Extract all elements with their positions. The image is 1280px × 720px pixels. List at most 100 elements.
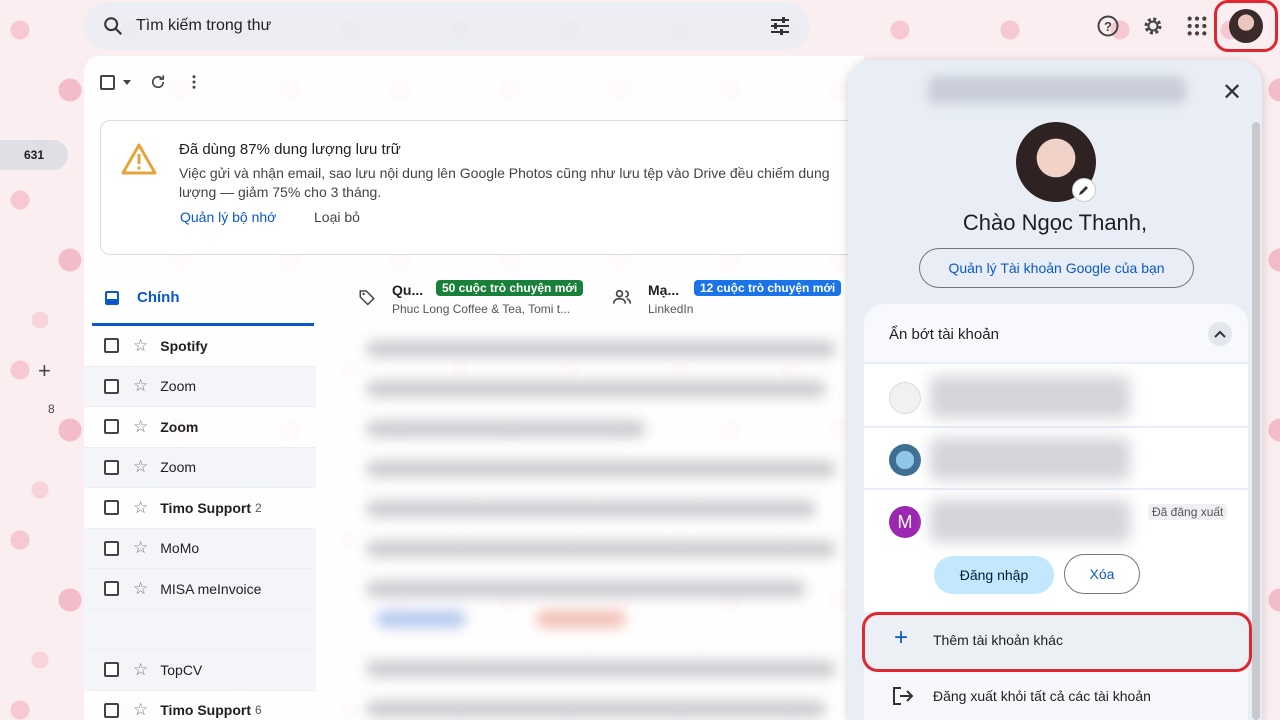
tab-promotions[interactable]: Qu... 50 cuộc trò chuyện mới Phuc Long C… (356, 272, 596, 326)
new-count-badge: 50 cuộc trò chuyện mới (436, 280, 584, 296)
email-checkbox[interactable] (104, 581, 119, 597)
email-row[interactable]: ☆ Zoom (84, 407, 316, 448)
svg-text:?: ? (1104, 19, 1112, 34)
tab-social[interactable]: Mạ... 12 cuộc trò chuyện mới LinkedIn (610, 272, 850, 326)
settings-gear-icon[interactable] (1139, 12, 1167, 40)
rail-count: 8 (48, 402, 55, 416)
star-icon[interactable]: ☆ (133, 376, 148, 396)
signed-out-badge: Đã đăng xuất (1148, 504, 1228, 520)
manage-account-button[interactable]: Quản lý Tài khoản Google của bạn (919, 248, 1194, 288)
account-item[interactable] (864, 366, 1248, 428)
account-avatar-button[interactable] (1214, 0, 1278, 52)
email-row[interactable]: ☆ Spotify (84, 326, 316, 367)
account-info-blurred (930, 376, 1130, 418)
star-icon[interactable]: ☆ (133, 700, 148, 720)
search-options-icon[interactable] (768, 14, 792, 38)
email-checkbox[interactable] (104, 662, 119, 678)
inbox-toolbar (100, 68, 203, 96)
email-checkbox[interactable] (104, 419, 119, 435)
avatar (889, 444, 921, 476)
blurred-email-previews (316, 326, 864, 720)
tab-name: Mạ... (648, 282, 680, 298)
chevron-up-icon[interactable] (1208, 322, 1232, 346)
manage-storage-link[interactable]: Quản lý bộ nhớ (180, 209, 276, 225)
email-checkbox[interactable] (104, 459, 119, 475)
storage-title: Đã dùng 87% dung lượng lưu trữ (179, 141, 401, 158)
inbox-unread-count[interactable]: 631 (0, 140, 68, 170)
account-item[interactable] (864, 428, 1248, 490)
add-account-highlight (862, 612, 1252, 672)
greeting: Chào Ngọc Thanh, (962, 210, 1148, 235)
storage-description: Việc gửi và nhận email, sao lưu nội dung… (179, 165, 830, 200)
email-sender: TopCV (160, 661, 203, 678)
star-icon[interactable]: ☆ (133, 538, 148, 558)
star-icon[interactable]: ☆ (133, 660, 148, 680)
star-icon[interactable]: ☆ (133, 417, 148, 437)
email-checkbox[interactable] (104, 338, 119, 354)
search-input[interactable] (136, 17, 760, 35)
inbox-icon (105, 291, 119, 305)
email-checkbox[interactable] (104, 540, 119, 556)
avatar (1229, 9, 1263, 43)
search-bar[interactable] (84, 2, 810, 50)
edit-pencil-icon[interactable] (1072, 178, 1096, 202)
email-row[interactable]: ☆ TopCV (84, 650, 316, 691)
help-icon[interactable]: ? (1094, 12, 1122, 40)
sign-out-all-button[interactable]: Đăng xuất khỏi tất cả các tài khoản (864, 668, 1248, 720)
avatar: M (889, 506, 921, 538)
account-info-blurred (930, 500, 1130, 542)
email-row[interactable]: ☆ MoMo (84, 528, 316, 569)
email-row[interactable] (84, 609, 316, 650)
email-row[interactable]: ☆ MISA meInvoice (84, 569, 316, 610)
star-icon[interactable]: ☆ (133, 498, 148, 518)
remove-account-button[interactable]: Xóa (1064, 554, 1140, 594)
hide-accounts-label: Ẩn bớt tài khoản (889, 326, 999, 343)
refresh-icon[interactable] (149, 73, 167, 91)
avatar (889, 382, 921, 414)
logout-icon (893, 687, 914, 705)
email-sender: Spotify (160, 337, 208, 354)
email-sender: Zoom (160, 418, 199, 435)
tab-senders: Phuc Long Coffee & Tea, Tomi t... (392, 302, 571, 316)
thread-count: 2 (254, 500, 262, 515)
email-row[interactable]: ☆ Timo Support 2 (84, 488, 316, 529)
email-sender: Timo Support (160, 702, 251, 719)
create-label-plus-icon[interactable]: + (38, 358, 51, 384)
search-icon[interactable] (102, 15, 124, 37)
star-icon[interactable]: ☆ (133, 579, 148, 599)
signed-out-account: M Đã đăng xuất (864, 490, 1248, 610)
email-row[interactable]: ☆ Timo Support 6 (84, 691, 316, 720)
more-options-icon[interactable] (185, 73, 203, 91)
tag-icon (359, 290, 375, 306)
email-checkbox[interactable] (104, 500, 119, 516)
email-checkbox[interactable] (104, 702, 119, 718)
sign-out-all-label: Đăng xuất khỏi tất cả các tài khoản (933, 688, 1151, 704)
email-sender: MISA meInvoice (160, 580, 262, 597)
select-dropdown-icon[interactable] (123, 79, 131, 85)
account-info-blurred (930, 438, 1130, 480)
email-row[interactable]: ☆ Zoom (84, 447, 316, 488)
apps-grid-icon[interactable] (1183, 12, 1211, 40)
select-all-checkbox[interactable] (100, 74, 115, 90)
email-sender: Timo Support (160, 499, 251, 516)
email-sender: Zoom (160, 378, 197, 395)
email-sender: Zoom (160, 459, 197, 476)
sign-in-button[interactable]: Đăng nhập (934, 556, 1054, 594)
tab-label: Chính (137, 289, 180, 306)
close-icon[interactable]: ✕ (1222, 78, 1242, 107)
account-email-blurred (928, 76, 1186, 104)
tab-senders: LinkedIn (648, 302, 694, 316)
tab-primary[interactable]: Chính (92, 272, 314, 326)
warning-icon (121, 143, 157, 175)
star-icon[interactable]: ☆ (133, 336, 148, 356)
storage-warning-banner: Đã dùng 87% dung lượng lưu trữ Việc gửi … (100, 120, 860, 255)
star-icon[interactable]: ☆ (133, 457, 148, 477)
hide-accounts-toggle[interactable]: Ẩn bớt tài khoản (864, 304, 1248, 364)
dismiss-link[interactable]: Loại bỏ (314, 209, 360, 225)
people-icon (612, 289, 632, 304)
email-row[interactable]: ☆ Zoom (84, 366, 316, 407)
account-panel-scrollbar[interactable] (1252, 122, 1260, 720)
email-checkbox[interactable] (104, 378, 119, 394)
new-count-badge: 12 cuộc trò chuyện mới (694, 280, 842, 296)
thread-count: 6 (254, 703, 262, 718)
